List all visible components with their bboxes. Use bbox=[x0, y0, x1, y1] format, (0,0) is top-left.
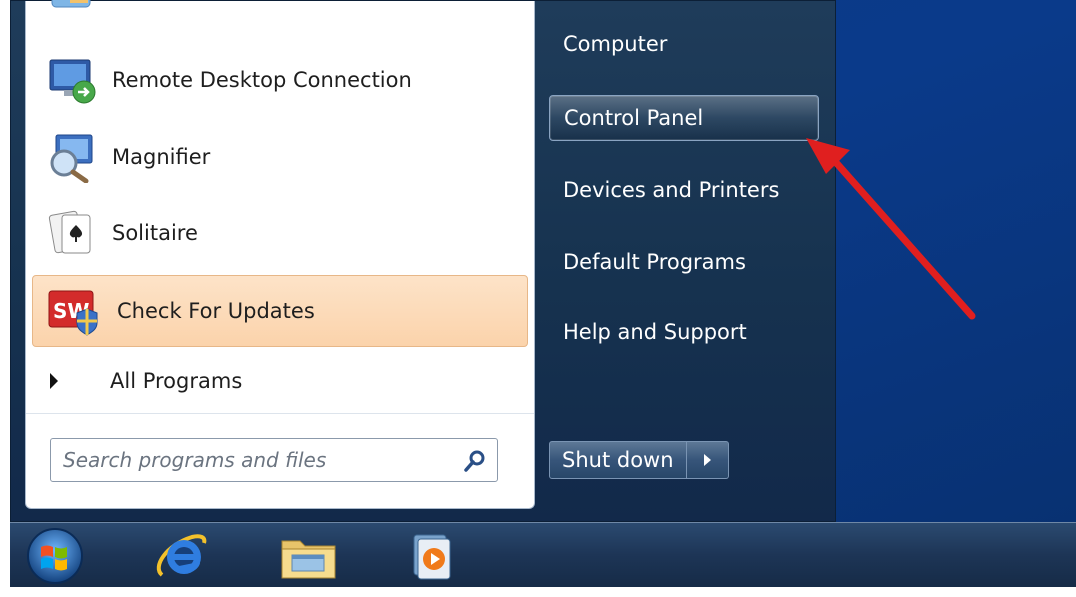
internet-explorer-icon[interactable] bbox=[154, 529, 212, 587]
start-orb-icon[interactable] bbox=[24, 527, 86, 589]
clipped-program-icon bbox=[48, 0, 98, 13]
right-item-label: Devices and Printers bbox=[563, 178, 780, 202]
programs-pane: Remote Desktop Connection Magnifier Soli… bbox=[25, 0, 536, 509]
right-item-help-and-support[interactable]: Help and Support bbox=[549, 309, 819, 355]
program-label: Remote Desktop Connection bbox=[112, 68, 412, 92]
program-remote-desktop-connection[interactable]: Remote Desktop Connection bbox=[26, 48, 536, 112]
shutdown-control: Shut down bbox=[549, 441, 729, 479]
shutdown-button[interactable]: Shut down bbox=[549, 441, 687, 479]
solidworks-updates-icon: SW bbox=[47, 285, 99, 337]
right-item-devices-and-printers[interactable]: Devices and Printers bbox=[549, 167, 819, 213]
chevron-right-icon bbox=[703, 454, 711, 466]
program-label: Magnifier bbox=[112, 145, 211, 169]
program-check-for-updates[interactable]: SW Check For Updates bbox=[32, 275, 528, 347]
program-label: Solitaire bbox=[112, 221, 198, 245]
program-solitaire[interactable]: Solitaire bbox=[26, 201, 536, 265]
program-label: Check For Updates bbox=[117, 299, 315, 323]
expand-arrow-icon bbox=[50, 373, 58, 389]
right-item-control-panel[interactable]: Control Panel bbox=[549, 95, 819, 141]
magnifier-icon bbox=[46, 131, 98, 183]
search-icon[interactable] bbox=[463, 449, 487, 473]
all-programs-label: All Programs bbox=[110, 369, 243, 393]
right-item-label: Default Programs bbox=[563, 250, 746, 274]
file-explorer-icon[interactable] bbox=[278, 531, 340, 587]
media-player-icon[interactable] bbox=[408, 533, 460, 585]
start-menu: Remote Desktop Connection Magnifier Soli… bbox=[10, 0, 836, 522]
right-item-label: Computer bbox=[563, 32, 668, 56]
right-item-computer[interactable]: Computer bbox=[549, 21, 819, 67]
all-programs-button[interactable]: All Programs bbox=[26, 357, 536, 409]
divider bbox=[26, 413, 534, 414]
right-item-label: Control Panel bbox=[564, 106, 704, 130]
taskbar bbox=[10, 522, 1076, 587]
search-placeholder: Search programs and files bbox=[63, 448, 327, 472]
remote-desktop-icon bbox=[46, 54, 98, 106]
program-magnifier[interactable]: Magnifier bbox=[26, 125, 536, 189]
shutdown-options-button[interactable] bbox=[686, 441, 729, 479]
solitaire-icon bbox=[46, 207, 98, 259]
search-input[interactable]: Search programs and files bbox=[50, 438, 498, 482]
right-item-default-programs[interactable]: Default Programs bbox=[549, 239, 819, 285]
right-item-label: Help and Support bbox=[563, 320, 747, 344]
shutdown-label: Shut down bbox=[562, 448, 674, 472]
